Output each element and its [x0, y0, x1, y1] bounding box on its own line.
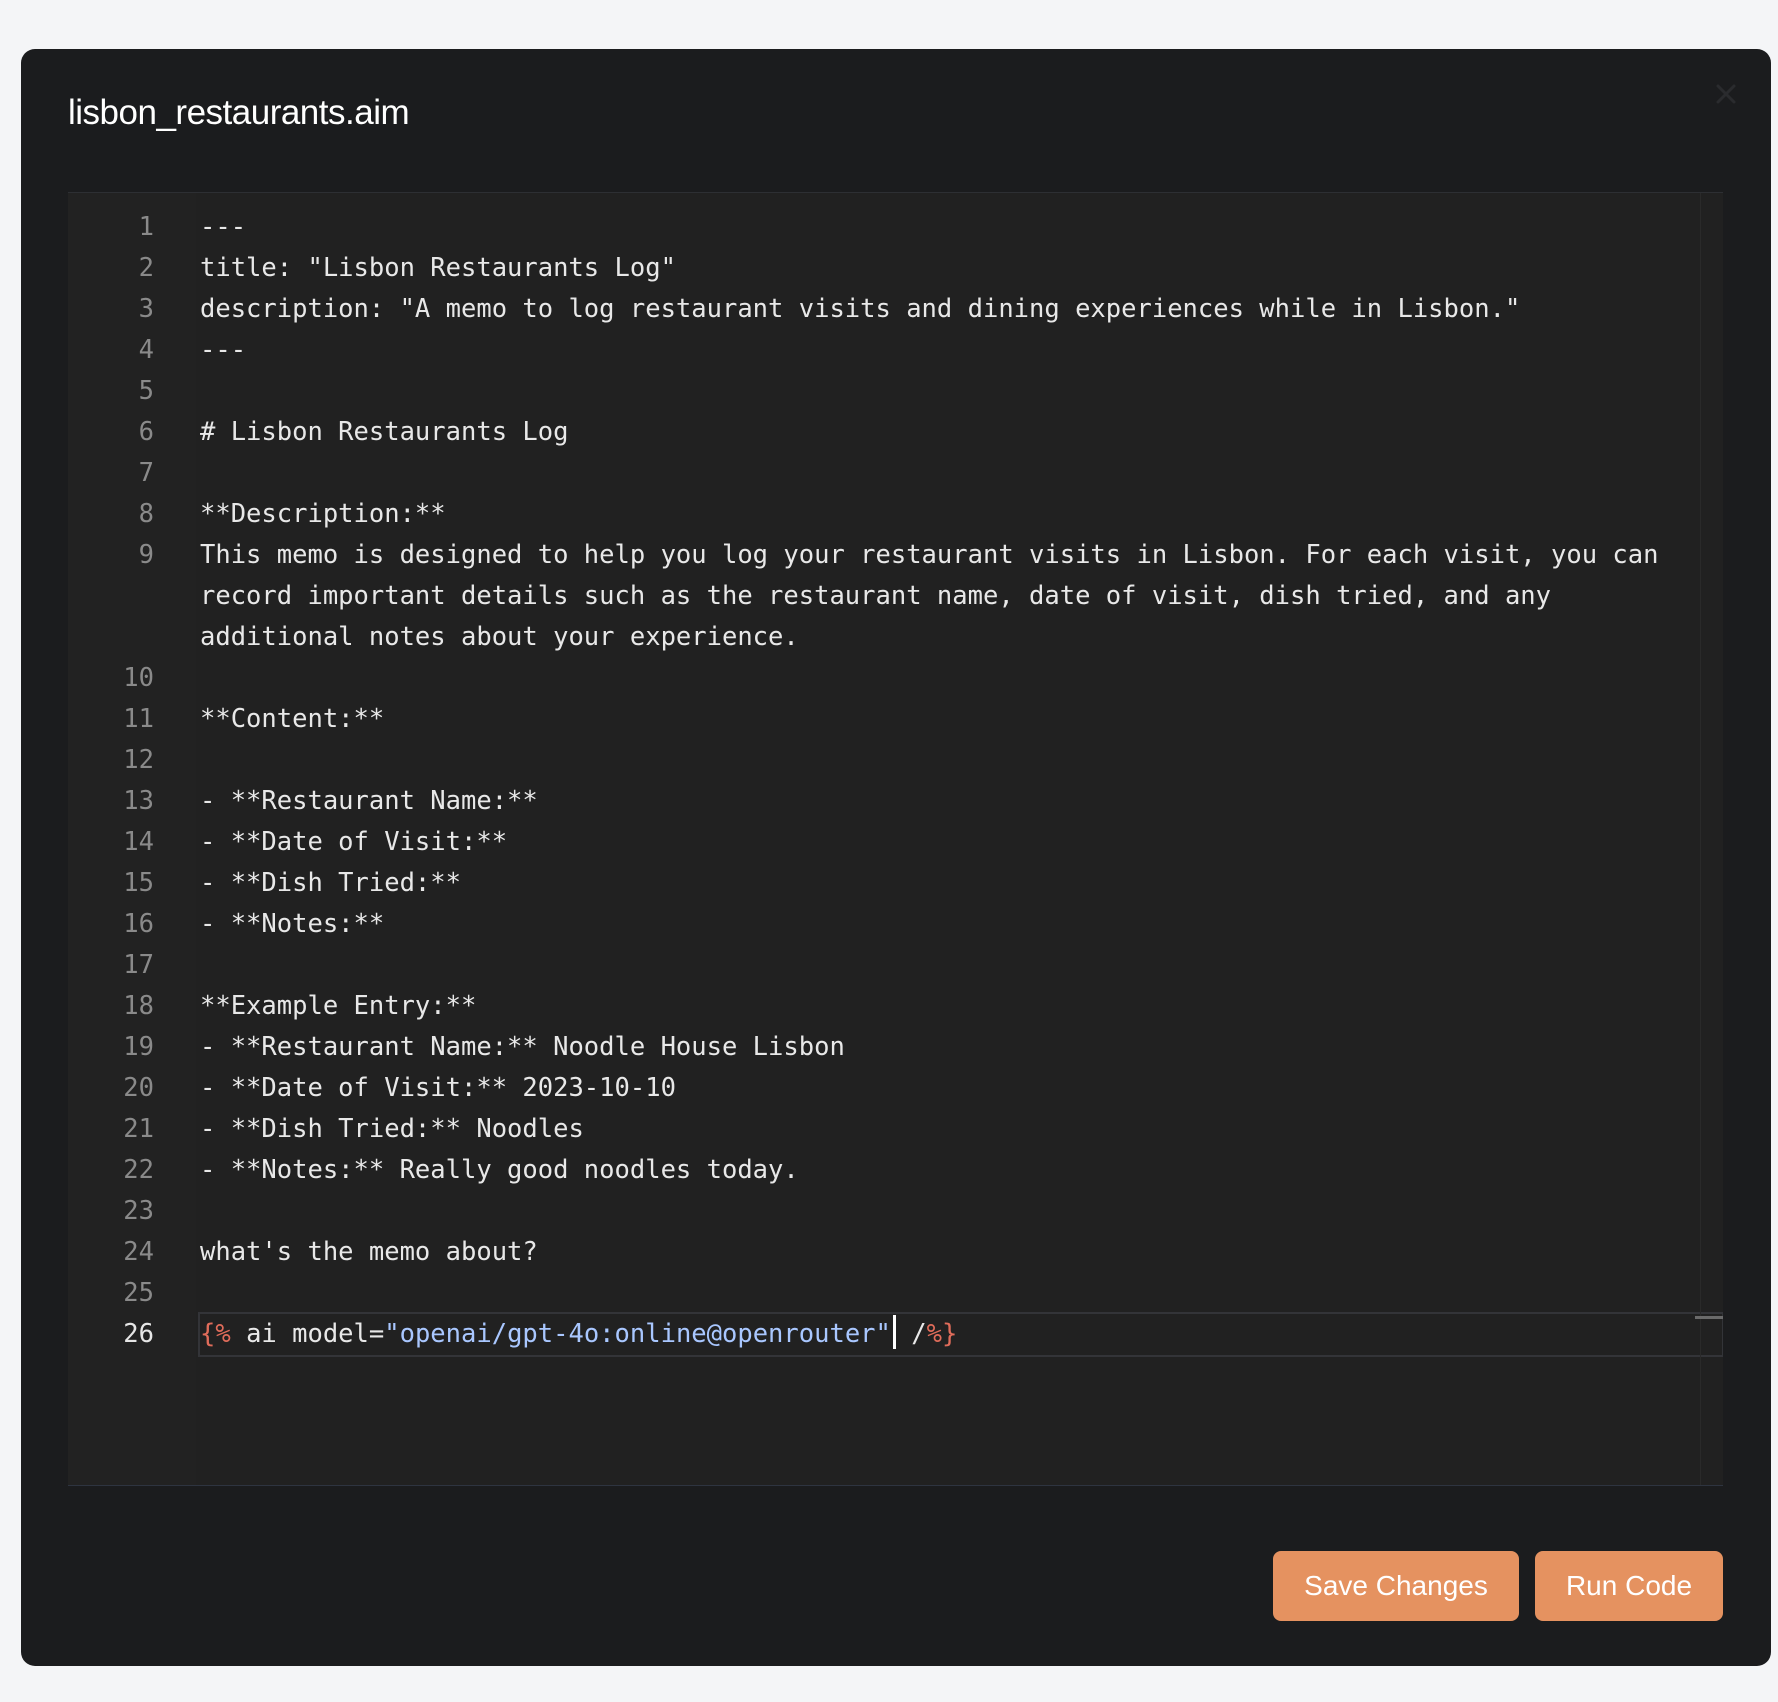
line-number: 16 — [123, 909, 154, 939]
template-keyword: ai model= — [230, 1319, 385, 1349]
code-text[interactable]: what's the memo about? — [200, 1232, 1660, 1273]
code-text[interactable] — [200, 453, 1660, 494]
line-number: 19 — [123, 1032, 154, 1062]
code-text[interactable] — [200, 1273, 1660, 1314]
line-number: 14 — [123, 827, 154, 857]
line-number: 26 — [123, 1319, 154, 1349]
code-text[interactable]: This memo is designed to help you log yo… — [200, 535, 1660, 658]
code-line[interactable]: 14 - **Date of Visit:** — [68, 822, 1723, 863]
code-line[interactable]: 19 - **Restaurant Name:** Noodle House Li… — [68, 1027, 1723, 1068]
code-text[interactable]: - **Date of Visit:** 2023-10-10 — [200, 1068, 1660, 1109]
close-icon — [1716, 84, 1736, 104]
code-text[interactable]: - **Dish Tried:** — [200, 863, 1660, 904]
code-text[interactable]: --- — [200, 330, 1660, 371]
code-text[interactable]: - **Dish Tried:** Noodles — [200, 1109, 1660, 1150]
scrollbar-thumb[interactable] — [1695, 1316, 1723, 1319]
line-number: 24 — [123, 1237, 154, 1267]
code-text[interactable]: - **Date of Visit:** — [200, 822, 1660, 863]
line-number: 5 — [138, 376, 154, 406]
code-line[interactable]: 23 — [68, 1191, 1723, 1232]
code-line[interactable]: 5 — [68, 371, 1723, 412]
line-number: 2 — [138, 253, 154, 283]
code-text[interactable]: {% ai model="openai/gpt-4o:online@openro… — [198, 1312, 1723, 1357]
code-line[interactable]: 1 --- — [68, 207, 1723, 248]
line-number: 3 — [138, 294, 154, 324]
code-line[interactable]: 10 — [68, 658, 1723, 699]
code-line[interactable]: 4 --- — [68, 330, 1723, 371]
code-line[interactable]: 9 This memo is designed to help you log y… — [68, 535, 1723, 658]
line-number: 10 — [123, 663, 154, 693]
code-text[interactable]: # Lisbon Restaurants Log — [200, 412, 1660, 453]
run-code-button[interactable]: Run Code — [1535, 1551, 1723, 1621]
line-number: 25 — [123, 1278, 154, 1308]
code-lines: 1 --- 2 title: "Lisbon Restaurants Log" 3 des… — [68, 207, 1723, 1357]
code-line[interactable]: 20 - **Date of Visit:** 2023-10-10 — [68, 1068, 1723, 1109]
code-line-active[interactable]: 26 {% ai model="openai/gpt-4o:online@ope… — [68, 1312, 1723, 1357]
code-line[interactable]: 3 description: "A memo to log restaurant … — [68, 289, 1723, 330]
code-line[interactable]: 16 - **Notes:** — [68, 904, 1723, 945]
code-line[interactable]: 13 - **Restaurant Name:** — [68, 781, 1723, 822]
code-editor[interactable]: 1 --- 2 title: "Lisbon Restaurants Log" 3 des… — [68, 192, 1723, 1486]
code-text[interactable] — [200, 740, 1660, 781]
code-line[interactable]: 8 **Description:** — [68, 494, 1723, 535]
code-line[interactable]: 7 — [68, 453, 1723, 494]
code-text[interactable]: - **Notes:** — [200, 904, 1660, 945]
template-tag-open: {% — [200, 1319, 231, 1349]
code-line[interactable]: 21 - **Dish Tried:** Noodles — [68, 1109, 1723, 1150]
vertical-scrollbar[interactable] — [1700, 193, 1701, 1485]
line-number: 1 — [138, 212, 154, 242]
code-text[interactable]: - **Restaurant Name:** — [200, 781, 1660, 822]
template-tag-close: %} — [926, 1319, 958, 1349]
line-number: 23 — [123, 1196, 154, 1226]
code-line[interactable]: 12 — [68, 740, 1723, 781]
code-text[interactable]: description: "A memo to log restaurant v… — [200, 289, 1660, 330]
line-number: 22 — [123, 1155, 154, 1185]
code-text[interactable] — [200, 1191, 1660, 1232]
close-button[interactable] — [1709, 77, 1743, 111]
line-number: 15 — [123, 868, 154, 898]
code-text[interactable] — [200, 371, 1660, 412]
line-number: 8 — [138, 499, 154, 529]
modal-title: lisbon_restaurants.aim — [68, 93, 410, 132]
code-text[interactable]: **Content:** — [200, 699, 1660, 740]
line-number: 21 — [123, 1114, 154, 1144]
code-editor-modal: lisbon_restaurants.aim 1 --- 2 title: "Lisb… — [21, 49, 1771, 1666]
code-line[interactable]: 18 **Example Entry:** — [68, 986, 1723, 1027]
save-changes-button[interactable]: Save Changes — [1273, 1551, 1519, 1621]
code-text[interactable]: --- — [200, 207, 1660, 248]
code-line[interactable]: 25 — [68, 1273, 1723, 1314]
line-number: 20 — [123, 1073, 154, 1103]
line-number: 11 — [123, 704, 154, 734]
line-number: 9 — [138, 540, 154, 570]
line-number: 7 — [138, 458, 154, 488]
line-number: 13 — [123, 786, 154, 816]
code-text[interactable]: **Description:** — [200, 494, 1660, 535]
code-line[interactable]: 22 - **Notes:** Really good noodles today… — [68, 1150, 1723, 1191]
code-line[interactable]: 24 what's the memo about? — [68, 1232, 1723, 1273]
code-text[interactable]: - **Notes:** Really good noodles today. — [200, 1150, 1660, 1191]
line-number: 17 — [123, 950, 154, 980]
code-text[interactable]: title: "Lisbon Restaurants Log" — [200, 248, 1660, 289]
line-number: 18 — [123, 991, 154, 1021]
code-line[interactable]: 2 title: "Lisbon Restaurants Log" — [68, 248, 1723, 289]
line-number: 12 — [123, 745, 154, 775]
code-text[interactable] — [200, 658, 1660, 699]
code-text[interactable] — [200, 945, 1660, 986]
code-text[interactable]: **Example Entry:** — [200, 986, 1660, 1027]
template-string: "openai/gpt-4o:online@openrouter" — [384, 1319, 891, 1349]
template-slash: / — [895, 1319, 927, 1349]
line-number: 4 — [138, 335, 154, 365]
code-line[interactable]: 6 # Lisbon Restaurants Log — [68, 412, 1723, 453]
line-number: 6 — [138, 417, 154, 447]
code-line[interactable]: 17 — [68, 945, 1723, 986]
code-line[interactable]: 15 - **Dish Tried:** — [68, 863, 1723, 904]
code-line[interactable]: 11 **Content:** — [68, 699, 1723, 740]
code-text[interactable]: - **Restaurant Name:** Noodle House Lisb… — [200, 1027, 1660, 1068]
